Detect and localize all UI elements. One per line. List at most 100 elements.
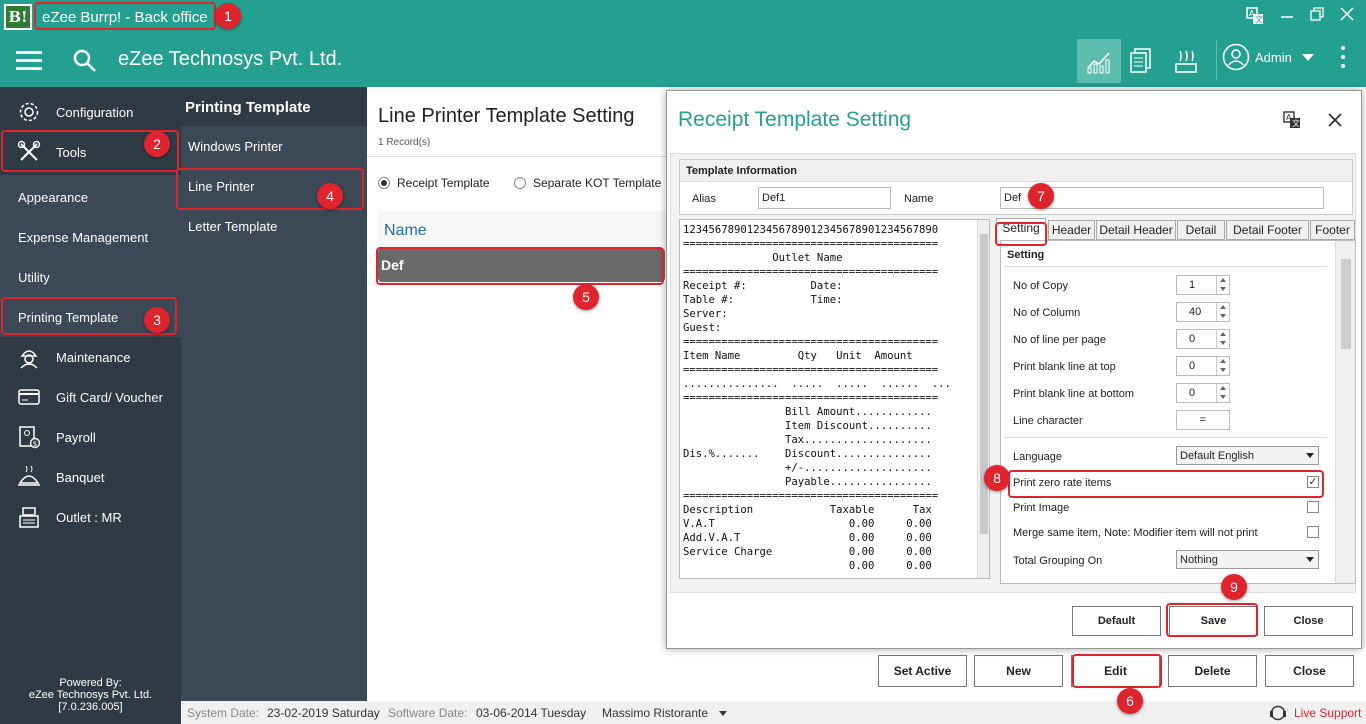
outlet-selector[interactable]: Massimo Ristorante [602, 706, 708, 720]
no-of-copy-stepper[interactable]: 1 [1176, 275, 1230, 295]
sidebar-item-label: Outlet : MR [56, 509, 122, 525]
tools-icon [16, 139, 42, 165]
user-avatar-icon[interactable] [1222, 43, 1250, 71]
system-date: 23-02-2019 Saturday [267, 706, 380, 720]
close-window-icon[interactable] [1336, 7, 1358, 27]
sidebar-item-label: Maintenance [56, 349, 131, 365]
blank-bottom-stepper[interactable]: 0 [1176, 383, 1230, 403]
tab-header[interactable]: Header [1048, 220, 1095, 240]
blank-bottom-label: Print blank line at bottom [1013, 388, 1135, 400]
close-icon[interactable] [1324, 109, 1346, 131]
title-divider [367, 156, 667, 157]
status-bar: System Date: 23-02-2019 Saturday Softwar… [181, 701, 1366, 724]
sidebar-item-label: Tools [56, 144, 87, 160]
no-of-column-label: No of Column [1013, 307, 1081, 319]
radio-kot-template[interactable]: Separate KOT Template [514, 176, 661, 190]
tab-footer[interactable]: Footer [1310, 220, 1355, 240]
alias-input[interactable]: Def1 [758, 187, 891, 209]
tab-detail-header[interactable]: Detail Header [1096, 220, 1176, 240]
sidebar-item-outlet[interactable]: Outlet : MR [0, 497, 181, 537]
delete-button[interactable]: Delete [1168, 655, 1257, 687]
support-icon[interactable] [1269, 704, 1287, 724]
sidebar-subitem-expense[interactable]: Expense Management [0, 217, 181, 257]
sidebar-item-gift-card[interactable]: Gift Card/ Voucher [0, 377, 181, 417]
dialog-body: Template Information Alias Def1 Name Def… [670, 153, 1356, 593]
annotation-badge: 2 [144, 131, 170, 157]
line-character-label: Line character [1013, 415, 1083, 427]
chevron-down-icon[interactable] [719, 711, 727, 716]
app-header: eZee Technosys Pvt. Ltd. Admin [0, 34, 1366, 87]
page-title: Line Printer Template Setting [378, 105, 635, 127]
radio-receipt-template[interactable]: Receipt Template [378, 176, 490, 190]
minimize-icon[interactable] [1276, 7, 1298, 27]
no-of-column-stepper[interactable]: 40 [1176, 302, 1230, 322]
gear-icon [16, 99, 42, 125]
no-of-line-stepper[interactable]: 0 [1176, 329, 1230, 349]
preview-text: 1234567890123456789012345678901234567890… [683, 224, 951, 572]
report-icon[interactable] [1119, 39, 1163, 83]
live-support-link[interactable]: Live Support [1294, 706, 1361, 720]
submenu-item-windows-printer[interactable]: Windows Printer [188, 127, 363, 167]
title-bar: B! eZee Burrp! - Back office A文 [0, 0, 1366, 34]
system-date-label: System Date: [187, 706, 260, 720]
default-button[interactable]: Default [1072, 606, 1161, 636]
merge-item-checkbox[interactable] [1307, 526, 1319, 538]
annotation-badge: 4 [317, 183, 343, 209]
receipt-preview: 1234567890123456789012345678901234567890… [679, 219, 990, 579]
divider [1005, 437, 1327, 438]
sidebar-item-configuration[interactable]: Configuration [0, 92, 181, 132]
language-icon[interactable]: A文 [1244, 7, 1266, 27]
tab-detail[interactable]: Detail [1177, 220, 1225, 240]
set-active-button[interactable]: Set Active [878, 655, 967, 687]
submenu-item-letter-template[interactable]: Letter Template [188, 207, 363, 247]
new-button[interactable]: New [974, 655, 1063, 687]
record-count: 1 Record(s) [378, 137, 431, 148]
merge-item-label: Merge same item, Note: Modifier item wil… [1013, 527, 1258, 539]
column-header-name[interactable]: Name [378, 211, 667, 247]
dialog-close-button[interactable]: Close [1264, 606, 1353, 636]
close-button[interactable]: Close [1265, 655, 1354, 687]
restore-icon[interactable] [1306, 7, 1328, 27]
setting-panel: Setting No of Copy 1 No of Column 40 No … [1000, 240, 1356, 584]
annotation-badge: 7 [1028, 183, 1054, 209]
setting-heading: Setting [1007, 249, 1045, 261]
preview-scrollbar[interactable] [977, 220, 989, 578]
chevron-down-icon[interactable] [1302, 54, 1314, 61]
annotation-badge: 1 [215, 3, 241, 29]
language-select[interactable]: Default English [1176, 446, 1319, 465]
search-icon[interactable] [72, 48, 98, 74]
dialog-title: Receipt Template Setting [678, 108, 912, 131]
blank-top-label: Print blank line at top [1013, 361, 1116, 373]
banquet-icon [16, 464, 42, 490]
print-image-checkbox[interactable] [1307, 501, 1319, 513]
annotation-badge: 8 [984, 465, 1010, 491]
sidebar-item-banquet[interactable]: Banquet [0, 457, 181, 497]
printing-template-menu: Printing Template Windows Printer Line P… [181, 87, 367, 701]
radio-dot[interactable] [514, 177, 526, 189]
zero-rate-checkbox[interactable]: ✓ [1307, 476, 1319, 488]
sidebar-subitem-appearance[interactable]: Appearance [0, 177, 181, 217]
language-icon[interactable]: A文 [1283, 111, 1303, 131]
save-button[interactable]: Save [1169, 606, 1258, 636]
table-row[interactable]: Def [378, 248, 665, 282]
radio-dot[interactable] [378, 177, 390, 189]
menu-icon[interactable] [16, 51, 42, 71]
annotation-badge: 5 [573, 284, 599, 310]
section-header: Template Information [680, 160, 1352, 182]
setting-scrollbar[interactable] [1335, 241, 1355, 583]
blank-top-stepper[interactable]: 0 [1176, 356, 1230, 376]
user-name[interactable]: Admin [1255, 50, 1292, 65]
kitchen-icon[interactable] [1164, 39, 1208, 83]
sidebar-item-payroll[interactable]: $ Payroll [0, 417, 181, 457]
more-options-icon[interactable] [1340, 46, 1346, 74]
sidebar-subitem-utility[interactable]: Utility [0, 257, 181, 297]
edit-button[interactable]: Edit [1071, 655, 1160, 687]
window-title: eZee Burrp! - Back office [34, 2, 216, 30]
grouping-select[interactable]: Nothing [1176, 550, 1319, 569]
tab-setting[interactable]: Setting [996, 218, 1046, 240]
sidebar-item-maintenance[interactable]: Maintenance [0, 337, 181, 377]
sidebar-item-label: Gift Card/ Voucher [56, 389, 163, 405]
tab-detail-footer[interactable]: Detail Footer [1226, 220, 1309, 240]
line-character-input[interactable]: = [1176, 410, 1230, 430]
dashboard-chart-icon[interactable] [1077, 39, 1121, 83]
